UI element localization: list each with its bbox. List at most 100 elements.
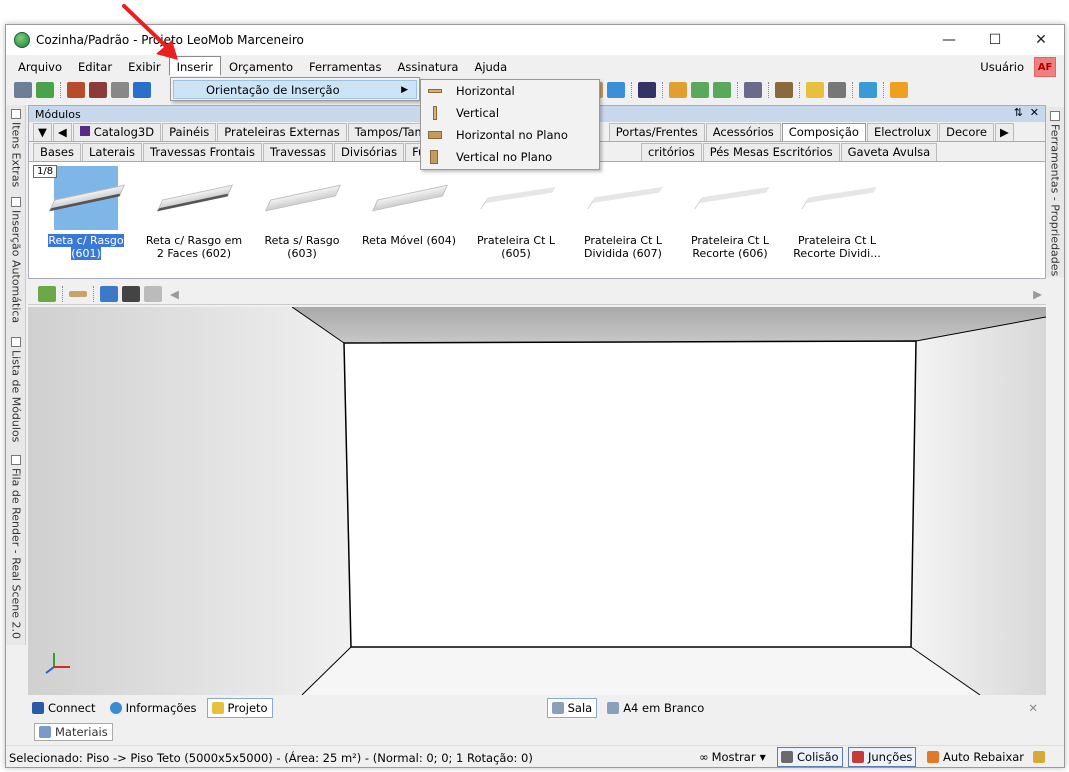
minimize-button[interactable]: — xyxy=(926,25,972,55)
subtab-gaveta-avulsa[interactable]: Gaveta Avulsa xyxy=(840,143,938,161)
module-item[interactable]: Reta Móvel (604) xyxy=(356,166,462,247)
tab-lista-modulos[interactable]: Lista de Módulos xyxy=(8,337,24,442)
tabs-dropdown-icon[interactable]: ▼ xyxy=(33,123,52,141)
view-cube-icon[interactable] xyxy=(744,82,762,98)
module-item[interactable]: Prateleira Ct L (605) xyxy=(463,166,569,260)
menu-editar[interactable]: Editar xyxy=(70,56,120,76)
undo-icon[interactable] xyxy=(133,82,151,98)
scroll-right-icon[interactable]: ▶ xyxy=(1033,287,1042,301)
navigate-icon[interactable] xyxy=(38,285,56,302)
module-item[interactable]: Prateleira Ct L Recorte (606) xyxy=(677,166,783,260)
menu-orientacao-insercao[interactable]: Orientação de Inserção ▶ xyxy=(173,80,417,99)
close-button[interactable]: ✕ xyxy=(1018,25,1064,55)
submenu-horizontal-plano[interactable]: Horizontal no Plano xyxy=(421,124,599,146)
subtab-pes-mesas[interactable]: Pés Mesas Escritórios xyxy=(702,143,840,161)
close-panel-icon[interactable]: ✕ xyxy=(1030,106,1039,119)
module-label: Prateleira Ct L Recorte Dividi... xyxy=(793,234,881,260)
tab-sala[interactable]: Sala xyxy=(546,698,598,718)
module-image xyxy=(265,166,341,230)
menu-ajuda[interactable]: Ajuda xyxy=(466,56,515,76)
submenu-horizontal[interactable]: Horizontal xyxy=(421,80,599,102)
juncoes-toggle[interactable]: Junções xyxy=(848,747,917,767)
module-item[interactable]: Reta s/ Rasgo (603) xyxy=(249,166,355,260)
tabs-next-icon[interactable]: ▶ xyxy=(994,123,1014,141)
subtab-travessas[interactable]: Travessas xyxy=(263,143,334,161)
tab-electrolux[interactable]: Electrolux xyxy=(866,123,939,141)
scroll-left-icon[interactable]: ◀ xyxy=(170,287,179,301)
pin-icon[interactable]: ⇅ xyxy=(1014,106,1023,119)
menu-ferramentas[interactable]: Ferramentas xyxy=(301,56,389,76)
light-icon[interactable] xyxy=(806,82,824,98)
subtab-divisorias[interactable]: Divisórias xyxy=(334,143,405,161)
subtab-escritorios[interactable]: critórios xyxy=(640,143,702,161)
tab-projeto[interactable]: Projeto xyxy=(206,698,273,718)
user-icon[interactable] xyxy=(890,82,908,98)
collision-icon xyxy=(781,751,793,763)
brush-icon[interactable] xyxy=(1030,747,1052,767)
tab-materiais[interactable]: Materiais xyxy=(34,723,113,741)
horizontal-icon xyxy=(428,89,442,93)
orientation-icon[interactable] xyxy=(69,290,87,297)
module-item[interactable]: Prateleira Ct L Recorte Dividi... xyxy=(784,166,890,260)
tab-portas-frentes[interactable]: Portas/Frentes xyxy=(608,123,705,141)
back-wall xyxy=(343,340,917,648)
user-avatar[interactable]: AF xyxy=(1034,57,1056,77)
tab-connect[interactable]: Connect xyxy=(28,698,100,718)
tab-paineis[interactable]: Painéis xyxy=(162,123,217,141)
tab-tampos[interactable]: Tampos/Tamp xyxy=(347,123,428,141)
menu-arquivo[interactable]: Arquivo xyxy=(10,56,70,76)
module-item[interactable]: Reta c/ Rasgo (601) xyxy=(33,166,139,260)
right-wall xyxy=(911,317,1046,695)
camera-icon[interactable] xyxy=(828,82,846,98)
tab-itens-extras[interactable]: Itens Extras xyxy=(8,109,24,187)
tab-fila-render[interactable]: Fila de Render - Real Scene 2.0 xyxy=(8,455,24,639)
menu-assinatura[interactable]: Assinatura xyxy=(389,56,466,76)
arrow-left-icon[interactable] xyxy=(691,82,709,98)
close-tab-icon[interactable]: ✕ xyxy=(1028,701,1038,715)
horizontal-plane-icon xyxy=(428,131,442,139)
tab-catalog3d[interactable]: Catalog3D xyxy=(72,123,162,141)
module-item[interactable]: Reta c/ Rasgo em 2 Faces (602) xyxy=(141,166,247,260)
tab-insercao-automatica[interactable]: Inserção Automática xyxy=(8,197,24,323)
document-tabs-bar: Connect Informações Projeto Sala A4 em B… xyxy=(28,697,1046,719)
eye-icon[interactable] xyxy=(638,82,656,98)
menu-orcamento[interactable]: Orçamento xyxy=(221,56,301,76)
right-side-panel: Ferramentas - Propriedades xyxy=(1044,107,1064,277)
save-icon[interactable] xyxy=(14,82,32,98)
subtab-travessas-frontais[interactable]: Travessas Frontais xyxy=(143,143,262,161)
module-item[interactable]: Prateleira Ct L Dividida (607) xyxy=(570,166,676,260)
tab-ferramentas-propriedades[interactable]: Ferramentas - Propriedades xyxy=(1047,111,1063,276)
tab-a4-em-branco[interactable]: A4 em Branco xyxy=(603,698,708,718)
print-icon[interactable] xyxy=(67,82,85,98)
subtab-laterais[interactable]: Laterais xyxy=(82,143,142,161)
inserir-dropdown: Orientação de Inserção ▶ xyxy=(170,77,420,101)
submenu-vertical[interactable]: Vertical xyxy=(421,102,599,124)
tab-composicao[interactable]: Composição xyxy=(781,123,866,141)
maximize-button[interactable]: ☐ xyxy=(972,25,1018,55)
delete-icon[interactable] xyxy=(144,285,162,302)
auto-rebaixar-toggle[interactable]: Auto Rebaixar xyxy=(924,747,1027,767)
joints-icon xyxy=(852,751,864,763)
arrow-right-icon[interactable] xyxy=(713,82,731,98)
tab-informacoes[interactable]: Informações xyxy=(106,698,201,718)
flag-icon[interactable] xyxy=(36,82,54,98)
tabs-prev-icon[interactable]: ◀ xyxy=(52,123,72,141)
tab-decore[interactable]: Decore xyxy=(939,123,994,141)
tab-prateleiras-externas[interactable]: Prateleiras Externas xyxy=(217,123,347,141)
print-preview-icon[interactable] xyxy=(89,82,107,98)
globe-icon xyxy=(109,702,122,714)
mostrar-button[interactable]: ∞ Mostrar ▼ xyxy=(696,747,769,767)
box-icon[interactable] xyxy=(775,82,793,98)
submenu-vertical-plano[interactable]: Vertical no Plano xyxy=(421,146,599,168)
module-thumbnails: 1/8 Reta c/ Rasgo (601) Reta c/ Rasgo em… xyxy=(29,162,1045,274)
chat-icon[interactable] xyxy=(859,82,877,98)
tab-acessorios[interactable]: Acessórios xyxy=(705,123,781,141)
paint-icon[interactable] xyxy=(669,82,687,98)
import-icon[interactable] xyxy=(100,285,118,302)
colisao-toggle[interactable]: Colisão xyxy=(777,747,843,767)
printer-icon[interactable] xyxy=(111,82,129,98)
3d-viewport[interactable] xyxy=(28,307,1046,695)
binoculars-icon[interactable] xyxy=(122,285,140,302)
3d-icon[interactable] xyxy=(607,82,625,98)
subtab-bases[interactable]: Bases xyxy=(33,143,81,161)
